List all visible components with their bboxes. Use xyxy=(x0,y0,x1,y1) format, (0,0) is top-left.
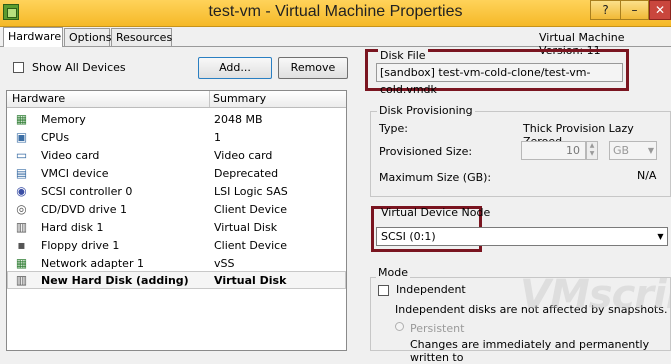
disk-provisioning-legend: Disk Provisioning xyxy=(377,104,475,117)
column-header-summary[interactable]: Summary xyxy=(213,92,266,105)
help-button[interactable]: ? xyxy=(590,0,621,20)
column-divider[interactable] xyxy=(209,91,210,107)
row-summary: LSI Logic SAS xyxy=(214,185,288,198)
row-summary: Client Device xyxy=(214,203,287,216)
add-button[interactable]: Add... xyxy=(198,57,272,79)
chevron-down-icon: ▼ xyxy=(647,146,655,155)
provisioned-size-label: Provisioned Size: xyxy=(379,145,473,158)
mode-legend: Mode xyxy=(376,266,410,279)
virtual-device-node-legend: Virtual Device Node xyxy=(381,206,491,219)
table-row[interactable]: ▤ VMCI device Deprecated xyxy=(7,164,346,182)
row-name: Network adapter 1 xyxy=(41,257,144,270)
tab-resources[interactable]: Resources xyxy=(111,28,172,46)
persistent-description: Changes are immediately and permanently … xyxy=(410,338,650,364)
memory-icon: ▦ xyxy=(15,112,28,126)
cd-dvd-icon: ◎ xyxy=(16,202,27,216)
cpu-icon: ▣ xyxy=(15,130,28,144)
row-summary: 1 xyxy=(214,131,221,144)
tab-options[interactable]: Options xyxy=(64,28,111,46)
scsi-controller-icon: ◉ xyxy=(16,184,27,198)
show-all-devices-label[interactable]: Show All Devices xyxy=(32,61,126,74)
vmci-device-icon: ▤ xyxy=(15,166,28,180)
table-row-selected[interactable]: ▥ New Hard Disk (adding) Virtual Disk xyxy=(7,271,346,289)
table-row[interactable]: ▥ Hard disk 1 Virtual Disk xyxy=(7,218,346,236)
disk-file-field[interactable]: [sandbox] test-vm-cold-clone/test-vm-col… xyxy=(376,63,623,96)
minimize-button[interactable]: – xyxy=(621,0,649,20)
floppy-icon: ▪ xyxy=(17,238,26,252)
provisioned-size-stepper[interactable]: ▲ ▼ xyxy=(586,141,598,160)
table-row[interactable]: ▪ Floppy drive 1 Client Device xyxy=(7,236,346,254)
column-header-hardware[interactable]: Hardware xyxy=(12,92,65,105)
row-name: CPUs xyxy=(41,131,70,144)
table-row[interactable]: ◉ SCSI controller 0 LSI Logic SAS xyxy=(7,182,346,200)
remove-button[interactable]: Remove xyxy=(278,57,348,79)
type-label: Type: xyxy=(379,122,408,135)
virtual-device-node-select[interactable]: SCSI (0:1) xyxy=(376,227,668,246)
table-row[interactable]: ▦ Memory 2048 MB xyxy=(7,110,346,128)
chevron-down-icon[interactable]: ▼ xyxy=(654,228,667,245)
row-name: Hard disk 1 xyxy=(41,221,104,234)
tab-hardware[interactable]: Hardware xyxy=(3,27,63,47)
row-name: Video card xyxy=(41,149,100,162)
independent-label[interactable]: Independent xyxy=(396,283,466,296)
persistent-radio[interactable] xyxy=(395,322,404,331)
video-card-icon: ▭ xyxy=(15,148,28,162)
row-name: New Hard Disk (adding) xyxy=(41,274,189,287)
provisioned-size-input[interactable]: 10 xyxy=(521,141,586,160)
hard-disk-icon: ▥ xyxy=(15,220,28,234)
window-title: test-vm - Virtual Machine Properties xyxy=(208,3,463,20)
row-summary: 2048 MB xyxy=(214,113,263,126)
row-name: Memory xyxy=(41,113,86,126)
table-row[interactable]: ▣ CPUs 1 xyxy=(7,128,346,146)
table-row[interactable]: ▦ Network adapter 1 vSS xyxy=(7,254,346,272)
row-summary: Deprecated xyxy=(214,167,279,180)
maximum-size-value: N/A xyxy=(637,169,657,182)
row-name: SCSI controller 0 xyxy=(41,185,133,198)
row-summary: Client Device xyxy=(214,239,287,252)
row-summary: Video card xyxy=(214,149,273,162)
persistent-label[interactable]: Persistent xyxy=(410,322,464,335)
close-button[interactable]: ✕ xyxy=(649,0,671,20)
row-name: CD/DVD drive 1 xyxy=(41,203,127,216)
table-row[interactable]: ▭ Video card Video card xyxy=(7,146,346,164)
row-summary: vSS xyxy=(214,257,235,270)
disk-file-legend: Disk File xyxy=(378,49,428,62)
row-name: Floppy drive 1 xyxy=(41,239,120,252)
hardware-table: Hardware Summary ▦ Memory 2048 MB ▣ CPUs… xyxy=(6,90,347,351)
hard-disk-icon: ▥ xyxy=(15,273,28,287)
row-summary: Virtual Disk xyxy=(214,274,287,287)
row-summary: Virtual Disk xyxy=(214,221,278,234)
watermark: VMscribble xyxy=(520,272,671,318)
show-all-devices-checkbox[interactable] xyxy=(13,62,24,73)
independent-checkbox[interactable] xyxy=(378,285,389,296)
network-adapter-icon: ▦ xyxy=(15,256,28,270)
maximum-size-label: Maximum Size (GB): xyxy=(379,171,492,184)
table-row[interactable]: ◎ CD/DVD drive 1 Client Device xyxy=(7,200,346,218)
row-name: VMCI device xyxy=(41,167,109,180)
table-header: Hardware Summary xyxy=(7,91,346,108)
